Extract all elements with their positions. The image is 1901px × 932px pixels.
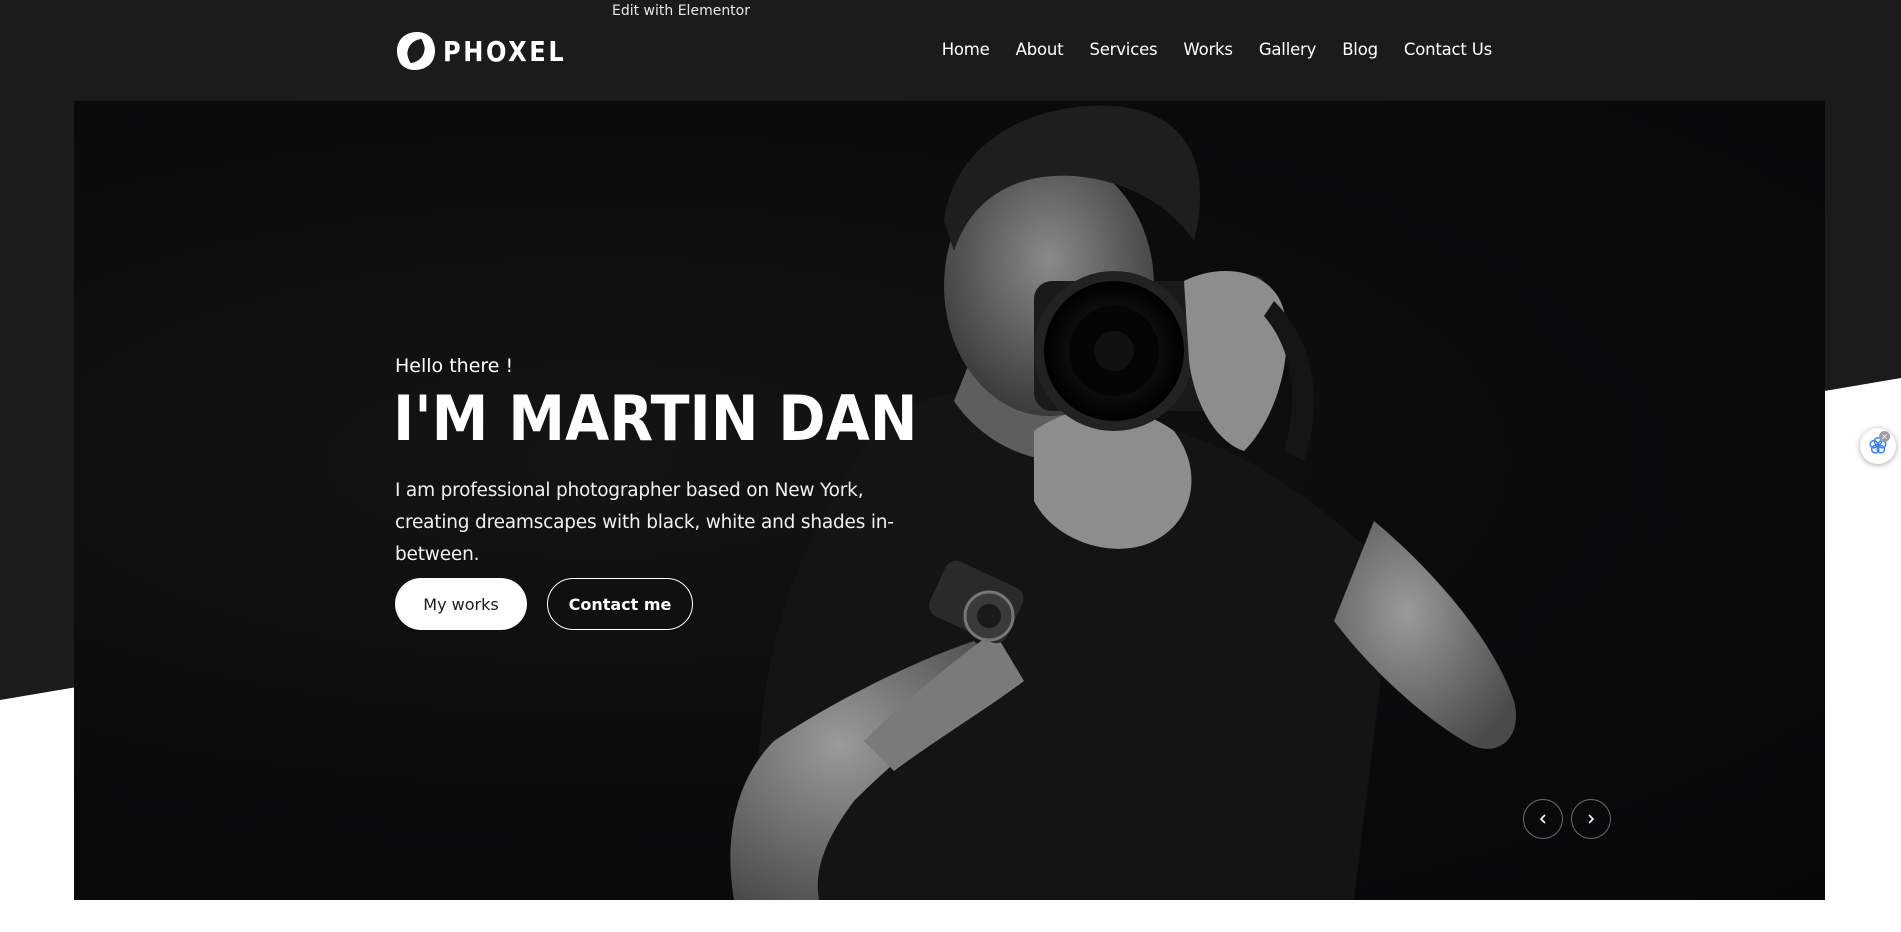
assistant-widget-button[interactable] [1860,428,1896,464]
hero-slider: Hello there ! I'M MARTIN DAN I am profes… [74,101,1825,900]
contact-me-button[interactable]: Contact me [547,578,693,630]
brand-name: PHOXEL [443,34,567,68]
chevron-right-icon [1588,814,1595,824]
nav-item-blog[interactable]: Blog [1342,40,1378,59]
my-works-button[interactable]: My works [395,578,527,630]
slider-next-button[interactable] [1571,799,1611,839]
nav-item-gallery[interactable]: Gallery [1259,40,1317,59]
chevron-left-icon [1539,814,1546,824]
photographer-hero-photo [730,105,1516,900]
nav-item-works[interactable]: Works [1183,40,1233,59]
site-logo[interactable]: PHOXEL [395,30,586,72]
hero-title: I'M MARTIN DAN [393,382,918,455]
slider-prev-button[interactable] [1523,799,1563,839]
nav-item-about[interactable]: About [1016,40,1064,59]
widget-close-icon[interactable]: × [1879,431,1890,442]
hero-description: I am professional photographer based on … [395,480,894,565]
nav-item-home[interactable]: Home [942,40,990,59]
edit-with-elementor-link[interactable]: Edit with Elementor [612,3,750,19]
main-navigation: Home About Services Works Gallery Blog C… [916,40,1492,59]
hero-greeting: Hello there ! [395,355,514,377]
phoxel-ring-logo-icon [397,32,435,70]
nav-item-contact-us[interactable]: Contact Us [1404,40,1492,59]
nav-item-services[interactable]: Services [1089,40,1157,59]
